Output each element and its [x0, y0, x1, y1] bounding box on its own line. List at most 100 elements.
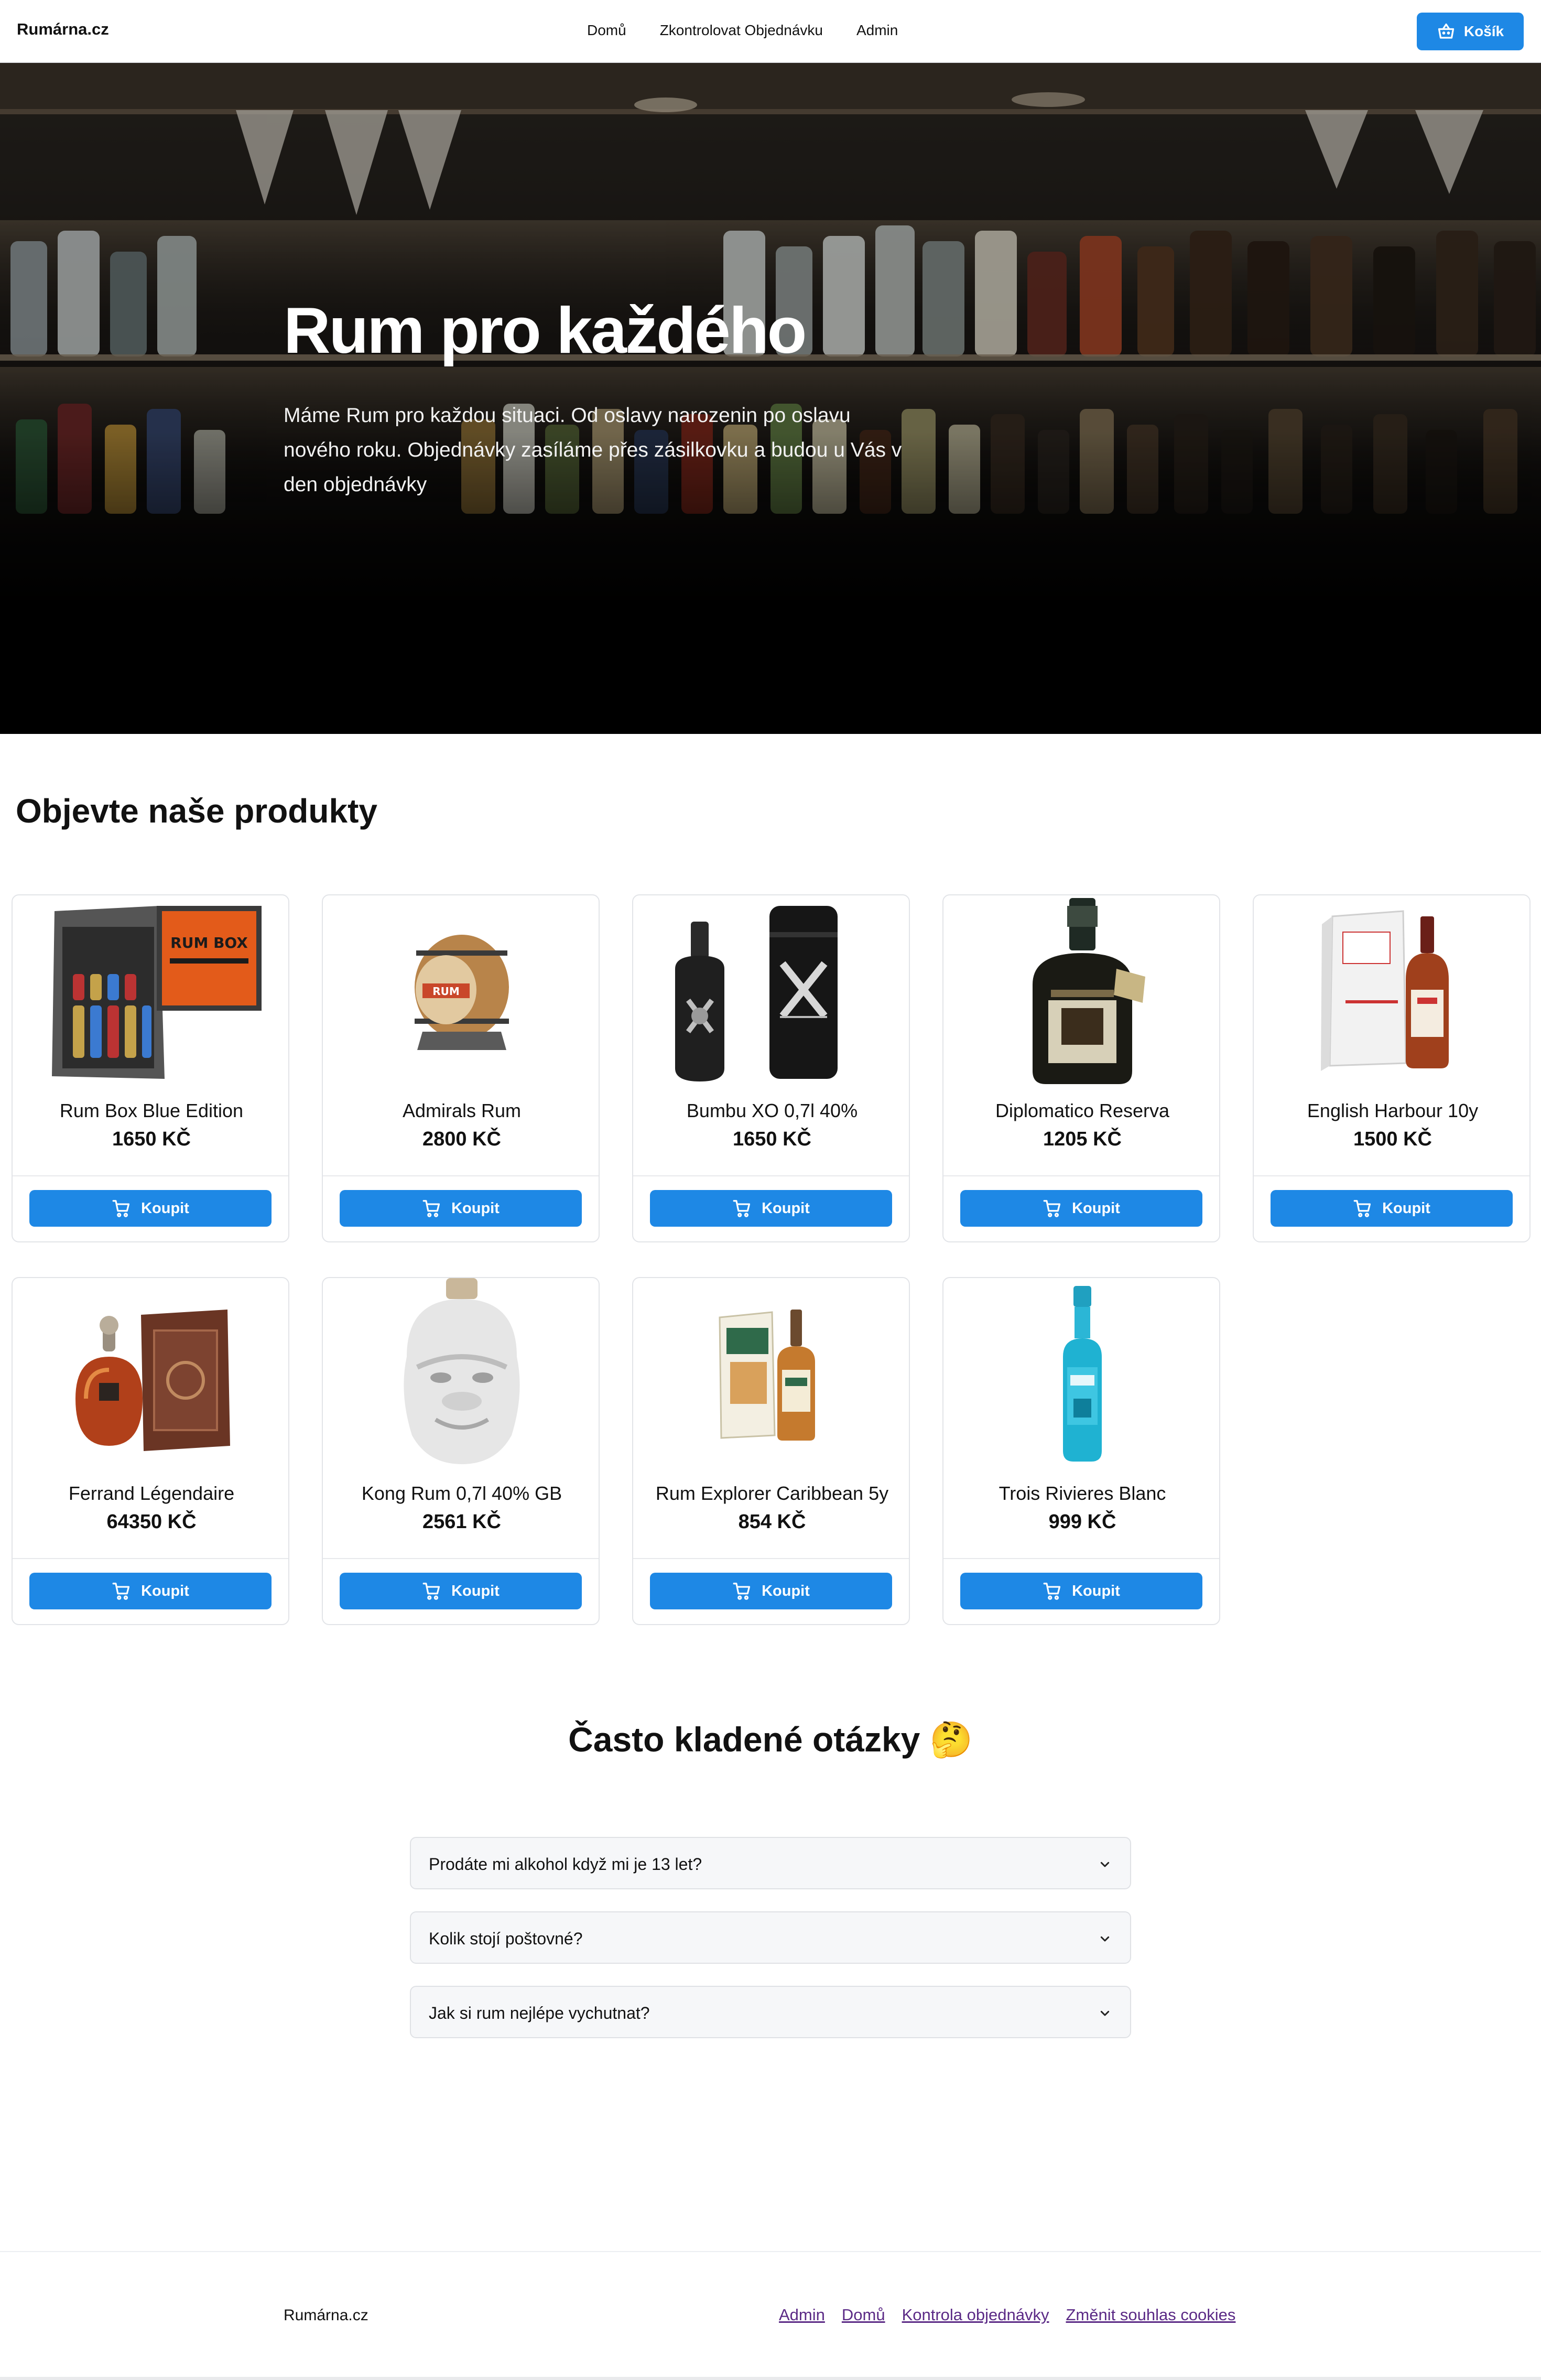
buy-button[interactable]: Koupit: [29, 1190, 272, 1227]
product-image: [1321, 910, 1449, 1071]
card-divider: [1254, 1175, 1529, 1176]
faq-heading: Často kladené otázky 🤔: [568, 1720, 973, 1759]
product-image: [719, 1310, 815, 1441]
page-bottom-edge: [0, 2377, 1541, 2380]
faq-item[interactable]: Jak si rum nejlépe vychutnat?: [410, 1986, 1131, 2038]
product-price: 2561 KČ: [422, 1511, 501, 1533]
product-image: [75, 1310, 230, 1451]
buy-button[interactable]: Koupit: [650, 1573, 892, 1609]
buy-label: Koupit: [451, 1582, 500, 1599]
products-heading: Objevte naše produkty: [16, 792, 377, 830]
product-name: Rum Box Blue Edition: [59, 1100, 244, 1121]
faq-question: Jak si rum nejlépe vychutnat?: [429, 2004, 650, 2022]
product-price: 64350 KČ: [106, 1511, 197, 1533]
nav-link-admin[interactable]: Admin: [856, 22, 898, 39]
shopping-cart-icon: [422, 1200, 440, 1217]
main-nav: Domů Zkontrolovat Objednávku Admin: [587, 22, 931, 39]
rum-box-label: RUM BOX: [170, 934, 248, 951]
product-price: 999 KČ: [1048, 1511, 1116, 1533]
shopping-cart-icon: [1353, 1200, 1371, 1217]
buy-button[interactable]: Koupit: [340, 1190, 582, 1227]
product-name: Bumbu XO 0,7l 40%: [686, 1100, 858, 1121]
barrel-label: RUM: [432, 985, 460, 998]
product-card: Rum Explorer Caribbean 5y 854 KČ Koupit: [632, 1277, 910, 1625]
footer-link-order-check[interactable]: Kontrola objednávky: [902, 2306, 1049, 2324]
nav-link-check-order[interactable]: Zkontrolovat Objednávku: [660, 22, 823, 39]
buy-label: Koupit: [141, 1582, 189, 1599]
product-image: [1033, 898, 1145, 1084]
buy-label: Koupit: [1072, 1199, 1120, 1217]
product-image: [404, 1278, 520, 1464]
footer-links: Admin Domů Kontrola objednávky Změnit so…: [779, 2306, 1252, 2324]
faq-question: Kolik stojí poštovné?: [429, 1929, 583, 1948]
chevron-down-icon: [1100, 1936, 1110, 1942]
hero-description: Máme Rum pro každou situaci. Od oslavy n…: [284, 404, 902, 496]
shopping-cart-icon: [733, 1200, 751, 1217]
card-divider: [943, 1175, 1219, 1176]
footer-link-home[interactable]: Domů: [842, 2306, 885, 2324]
footer-link-admin[interactable]: Admin: [779, 2306, 825, 2324]
product-name: Rum Explorer Caribbean 5y: [655, 1483, 889, 1504]
product-price: 1650 KČ: [112, 1128, 191, 1150]
buy-label: Koupit: [451, 1199, 500, 1217]
footer-link-cookie-consent[interactable]: Změnit souhlas cookies: [1066, 2306, 1236, 2324]
cart-label: Košík: [1463, 23, 1504, 39]
shopping-cart-icon: [112, 1583, 130, 1600]
buy-button[interactable]: Koupit: [29, 1573, 272, 1609]
buy-button[interactable]: Koupit: [960, 1190, 1202, 1227]
buy-button[interactable]: Koupit: [650, 1190, 892, 1227]
shopping-cart-icon: [733, 1583, 751, 1600]
product-card: English Harbour 10y 1500 KČ Koupit: [1253, 894, 1531, 1242]
product-card: Ferrand Légendaire 64350 KČ Koupit: [12, 1277, 289, 1625]
hero-title: Rum pro každého: [284, 295, 807, 367]
buy-button[interactable]: Koupit: [1271, 1190, 1513, 1227]
buy-button[interactable]: Koupit: [960, 1573, 1202, 1609]
card-divider: [323, 1558, 599, 1559]
product-price: 2800 KČ: [422, 1128, 501, 1150]
product-name: Kong Rum 0,7l 40% GB: [361, 1483, 562, 1504]
buy-label: Koupit: [762, 1199, 810, 1217]
product-card: Trois Rivieres Blanc 999 KČ Koupit: [942, 1277, 1220, 1625]
product-card: Diplomatico Reserva 1205 KČ Koupit: [942, 894, 1220, 1242]
card-divider: [323, 1175, 599, 1176]
faq-question: Prodáte mi alkohol když mi je 13 let?: [429, 1855, 702, 1874]
product-card: Bumbu XO 0,7l 40% 1650 KČ Koupit: [632, 894, 910, 1242]
product-card: RUM BOX Rum Box Blue Edition 1650 KČ Kou…: [12, 894, 289, 1242]
shopping-cart-icon: [1043, 1583, 1061, 1600]
chevron-down-icon: [1100, 1862, 1110, 1867]
product-name: Ferrand Légendaire: [68, 1483, 235, 1504]
cart-button[interactable]: Košík: [1417, 13, 1524, 50]
buy-label: Koupit: [1072, 1582, 1120, 1599]
product-image: RUM BOX: [52, 906, 262, 1079]
buy-button[interactable]: Koupit: [340, 1573, 582, 1609]
basket-icon: [1438, 23, 1455, 39]
product-image: [1063, 1286, 1102, 1462]
card-divider: [633, 1558, 909, 1559]
product-price: 1500 KČ: [1353, 1128, 1432, 1150]
shopping-cart-icon: [112, 1200, 130, 1217]
product-name: Diplomatico Reserva: [995, 1100, 1170, 1121]
product-name: Trois Rivieres Blanc: [999, 1483, 1166, 1504]
card-divider: [633, 1175, 909, 1176]
product-name: English Harbour 10y: [1307, 1100, 1479, 1121]
product-card: Kong Rum 0,7l 40% GB 2561 KČ Koupit: [322, 1277, 600, 1625]
product-image: [675, 906, 838, 1081]
faq-item[interactable]: Prodáte mi alkohol když mi je 13 let?: [410, 1837, 1131, 1889]
faq-item[interactable]: Kolik stojí poštovné?: [410, 1911, 1131, 1964]
buy-label: Koupit: [141, 1199, 189, 1217]
brand-logo[interactable]: Rumárna.cz: [17, 20, 109, 39]
product-name: Admirals Rum: [402, 1100, 522, 1121]
navbar: Rumárna.cz Domů Zkontrolovat Objednávku …: [0, 0, 1541, 63]
product-image: RUM: [415, 935, 509, 1050]
buy-label: Koupit: [1382, 1199, 1430, 1217]
chevron-down-icon: [1100, 2010, 1110, 2016]
card-divider: [13, 1558, 288, 1559]
product-price: 1650 KČ: [733, 1128, 811, 1150]
product-card: RUM Admirals Rum 2800 KČ Koupit: [322, 894, 600, 1242]
buy-label: Koupit: [762, 1582, 810, 1599]
product-price: 854 KČ: [738, 1511, 806, 1533]
card-divider: [943, 1558, 1219, 1559]
footer-divider: [0, 2251, 1541, 2252]
nav-link-home[interactable]: Domů: [587, 22, 626, 39]
hero-banner: Rum pro každého Máme Rum pro každou situ…: [0, 63, 1541, 734]
